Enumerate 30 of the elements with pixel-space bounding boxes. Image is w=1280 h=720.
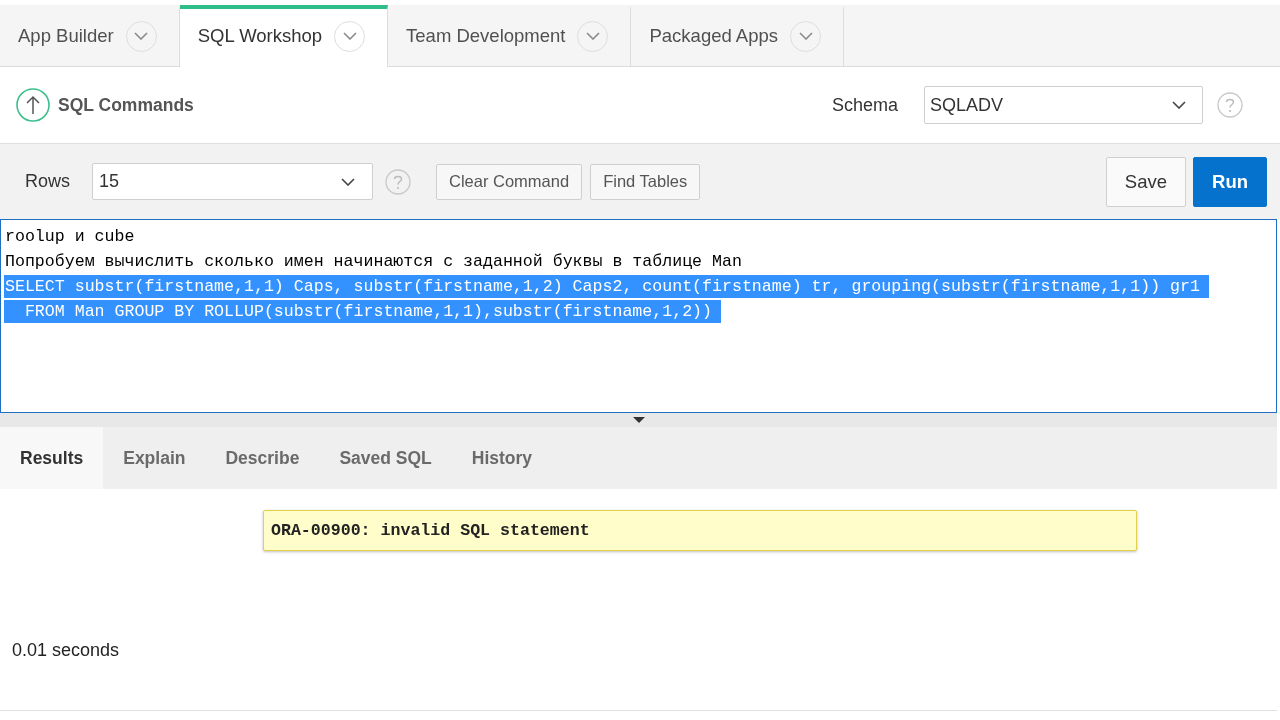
rows-label: Rows (25, 171, 70, 192)
schema-select[interactable]: SQLADV (924, 86, 1203, 124)
page-title: SQL Commands (58, 94, 194, 116)
arrow-up-circle-icon[interactable] (16, 88, 50, 122)
chevron-down-icon (342, 32, 357, 40)
help-icon[interactable] (1217, 92, 1243, 118)
result-tab[interactable]: Results (0, 427, 104, 489)
nav-tab[interactable]: SQL Workshop (179, 5, 389, 67)
chevron-down-icon (585, 32, 600, 40)
sql-editor-field[interactable] (0, 219, 1277, 413)
toolbar-button[interactable]: Find Tables (590, 163, 701, 200)
code-line: Попробуем вычислить сколько имен начинаются с заданной буквы в таблице Man (4, 251, 742, 273)
error-message: ORA-00900: invalid SQL statement (263, 510, 1137, 551)
rows-select[interactable]: 15 (92, 163, 373, 200)
result-tab[interactable]: Saved SQL (319, 427, 452, 489)
result-tab[interactable]: Describe (205, 427, 320, 489)
chevron-down-icon (1172, 101, 1186, 109)
action-button[interactable]: Save (1105, 156, 1187, 207)
result-tab[interactable]: Explain (103, 427, 206, 489)
caret-down-icon[interactable] (632, 417, 645, 423)
chevron-down-icon (798, 32, 813, 40)
schema-label: Schema (831, 94, 898, 116)
toolbar-button[interactable]: Clear Command (436, 163, 583, 200)
result-tab[interactable]: History (451, 427, 553, 489)
chevron-down-icon (341, 177, 355, 186)
help-icon[interactable] (385, 168, 411, 195)
chevron-down-icon (134, 32, 149, 40)
primary-button[interactable]: Run (1193, 156, 1267, 207)
code-line: roolup и cube (4, 226, 135, 248)
elapsed-time: 0.01 seconds (12, 640, 120, 661)
